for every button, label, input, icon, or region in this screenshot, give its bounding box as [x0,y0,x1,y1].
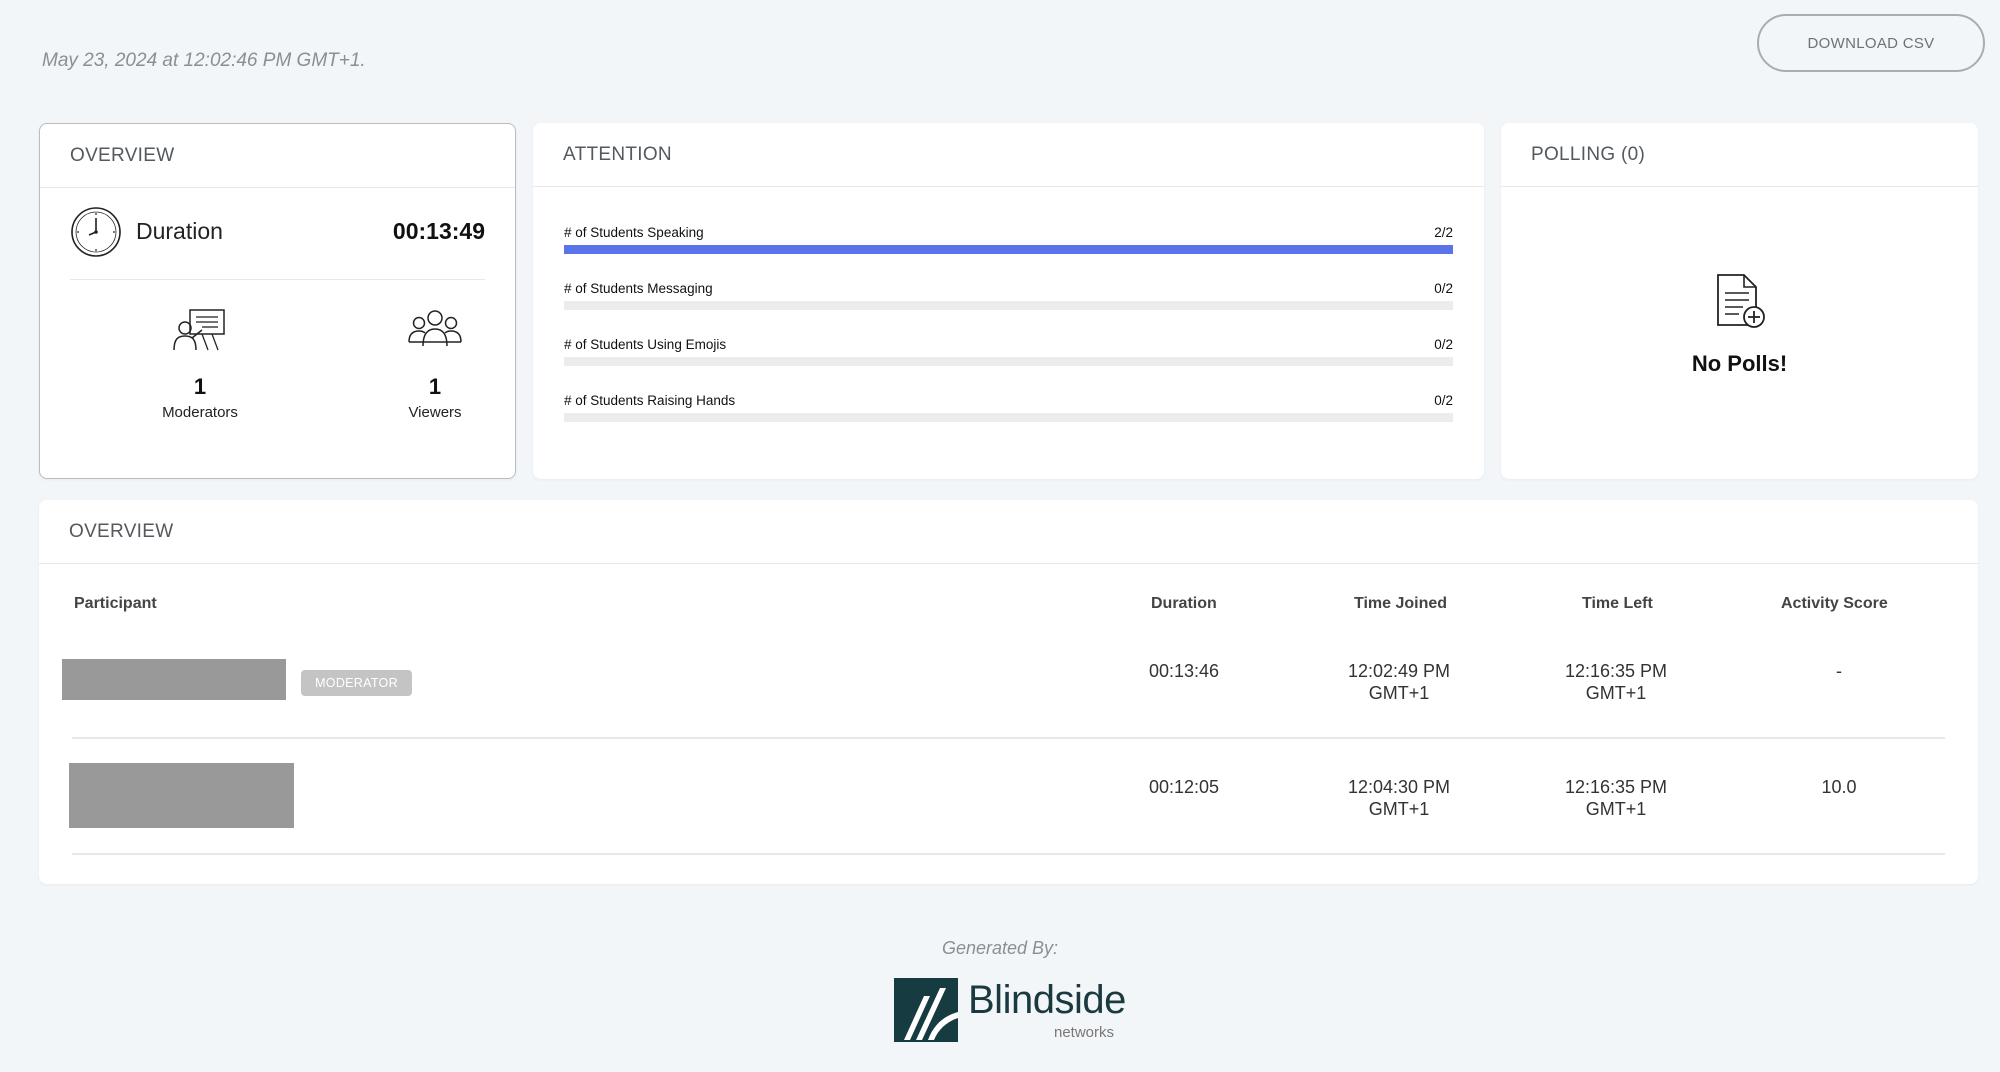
viewers-stat: 1 Viewers [355,308,515,421]
attention-card: ATTENTION # of Students Speaking 2/2 # o… [533,123,1484,479]
participants-table-card: OVERVIEW Participant Duration Time Joine… [39,500,1978,884]
row-duration: 00:12:05 [1148,777,1220,797]
row-time-left-time: 12:16:35 PM [1564,661,1668,681]
table-card-title: OVERVIEW [39,500,1978,564]
row-time-joined: 12:02:49 PM GMT+1 [1319,660,1479,704]
polling-card-title: POLLING (0) [1501,123,1978,187]
overview-card-title: OVERVIEW [40,124,515,188]
row-divider [72,737,1945,739]
blindside-logo: Blindside networks [894,978,1126,1042]
row-time-joined-time: 12:04:30 PM [1347,777,1451,797]
logo-subtext: networks [1054,1024,1115,1041]
attention-bar-label: # of Students Speaking [564,225,704,240]
moderators-count: 1 [193,374,207,399]
attention-bar-label: # of Students Messaging [564,281,713,296]
attention-card-title: ATTENTION [533,123,1484,187]
row-divider [72,853,1945,855]
attention-bar: # of Students Raising Hands 0/2 [564,393,1453,422]
attention-bar-track [564,357,1453,366]
redacted-participant-name [62,659,286,700]
row-time-left-time: 12:16:35 PM [1564,777,1668,797]
clock-icon [71,206,121,257]
column-header-time-joined[interactable]: Time Joined [1354,595,1447,613]
viewers-count: 1 [428,374,442,399]
moderators-label: Moderators [162,404,238,421]
row-time-joined-zone: GMT+1 [1368,799,1430,819]
row-activity-score: 10.0 [1821,777,1857,797]
duration-label: Duration [136,218,223,244]
presenter-icon [173,309,225,351]
attention-bar: # of Students Speaking 2/2 [564,225,1453,254]
duration-row: Duration 00:13:49 [70,186,485,280]
attention-bar-track [564,245,1453,254]
attention-bar-value: 0/2 [1434,393,1453,408]
report-timestamp: May 23, 2024 at 12:02:46 PM GMT+1. [42,50,366,71]
column-header-duration[interactable]: Duration [1151,595,1217,613]
generated-by-label: Generated By: [941,938,1059,958]
overview-card: OVERVIEW Duration 00:13:49 1 Moderators … [39,123,516,479]
attention-bar-fill [564,245,1453,254]
logo-text: Blindside [968,978,1126,1022]
attention-bar: # of Students Messaging 0/2 [564,281,1453,310]
attention-bar-label: # of Students Raising Hands [564,393,736,408]
polling-card: POLLING (0) No Polls! [1501,123,1978,479]
attention-bar: # of Students Using Emojis 0/2 [564,337,1453,366]
document-add-icon [1717,274,1765,328]
attention-bar-track [564,413,1453,422]
row-time-joined: 12:04:30 PM GMT+1 [1319,776,1479,820]
row-time-joined-time: 12:02:49 PM [1347,661,1451,681]
row-activity-score: - [1836,661,1842,681]
column-header-participant[interactable]: Participant [74,595,157,613]
column-header-time-left[interactable]: Time Left [1582,595,1653,613]
redacted-participant-name [69,763,294,828]
moderator-badge: MODERATOR [301,670,412,696]
row-duration: 00:13:46 [1148,661,1220,681]
row-time-left: 12:16:35 PM GMT+1 [1536,660,1696,704]
column-header-activity-score[interactable]: Activity Score [1781,595,1888,613]
moderators-stat: 1 Moderators [120,308,280,421]
row-time-left: 12:16:35 PM GMT+1 [1536,776,1696,820]
attention-bar-track [564,301,1453,310]
group-icon [408,310,462,347]
attention-bar-label: # of Students Using Emojis [564,337,727,352]
blindside-logo-mark-icon [894,978,958,1042]
download-csv-button[interactable]: DOWNLOAD CSV [1757,14,1985,72]
no-polls-message: No Polls! [1691,351,1788,376]
row-time-joined-zone: GMT+1 [1368,683,1430,703]
attention-bar-value: 2/2 [1434,225,1453,240]
row-time-left-zone: GMT+1 [1585,683,1647,703]
attention-bar-value: 0/2 [1434,337,1453,352]
attention-bar-value: 0/2 [1434,281,1453,296]
row-time-left-zone: GMT+1 [1585,799,1647,819]
viewers-label: Viewers [408,404,462,421]
duration-value: 00:13:49 [392,218,485,244]
